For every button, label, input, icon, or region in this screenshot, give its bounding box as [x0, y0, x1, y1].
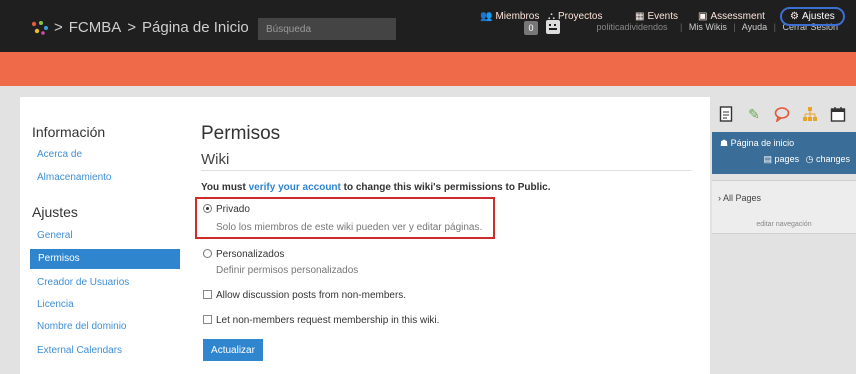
page-title: Permisos [201, 123, 281, 144]
breadcrumb: > FCMBA > Página de Inicio [54, 19, 255, 36]
home-page-link[interactable]: Página de inicio [731, 138, 795, 148]
nav-label: Events [647, 11, 679, 22]
sidebar-item-external-calendars[interactable]: External Calendars [37, 345, 122, 356]
sidebar-item-about[interactable]: Acerca de [37, 149, 82, 160]
nav-label: Ajustes [801, 11, 835, 22]
gear-icon: ⚙ [790, 11, 799, 22]
nav-label: Miembros [495, 11, 540, 22]
nav-label: Assessment [710, 11, 765, 22]
chevron-right-icon: › [718, 193, 721, 203]
pages-link[interactable]: pages [775, 154, 800, 164]
option-label: Personalizados [216, 249, 285, 260]
nav-label: Proyectos [558, 11, 603, 22]
my-wikis-link[interactable]: Mis Wikis [689, 22, 727, 32]
breadcrumb-wiki[interactable]: FCMBA [69, 19, 122, 36]
divider: | [733, 22, 736, 32]
sidebar-item-permissions[interactable]: Permisos [30, 249, 180, 269]
sitemap-icon[interactable] [802, 106, 818, 122]
option-description: Definir permisos personalizados [216, 265, 359, 276]
calendar-icon[interactable] [830, 106, 846, 122]
radio-button[interactable] [203, 249, 212, 258]
wiki-logo-icon[interactable] [30, 20, 50, 36]
divider [201, 170, 691, 171]
projects-icon: ⛬ [548, 11, 555, 22]
page-icon[interactable] [718, 106, 734, 122]
edit-navigation-link[interactable]: editar navegación [712, 221, 856, 228]
checkbox[interactable] [203, 315, 212, 324]
username-link[interactable]: politicadividendos [596, 22, 667, 32]
allow-discussion-checkbox[interactable]: Allow discussion posts from non-members. [203, 290, 406, 301]
radio-button[interactable] [203, 204, 212, 213]
checkbox-label: Allow discussion posts from non-members. [216, 290, 407, 301]
checkbox-label: Let non-members request membership in th… [216, 315, 440, 326]
option-private[interactable]: Privado [203, 204, 250, 215]
home-page-box[interactable]: ☗ Página de inicio ▤ pages ◷ changes [712, 132, 856, 174]
option-description: Solo los miembros de este wiki pueden ve… [216, 222, 483, 233]
sidebar-item-domain[interactable]: Nombre del dominio [37, 321, 127, 332]
notice-text: You must [201, 182, 246, 193]
main-navbar [0, 52, 856, 86]
assessment-icon: ▣ [698, 11, 708, 22]
nav-projects[interactable]: ⛬ Proyectos [548, 11, 602, 22]
breadcrumb-page[interactable]: Página de Inicio [142, 19, 249, 36]
nav-assessment[interactable]: ▣ Assessment [698, 11, 765, 22]
breadcrumb-separator: > [54, 19, 63, 36]
messages-icon[interactable] [546, 20, 560, 34]
checkbox[interactable] [203, 290, 212, 299]
home-actions: ▤ pages ◷ changes [764, 154, 850, 165]
help-link[interactable]: Ayuda [742, 22, 767, 32]
all-pages-box: › All Pages editar navegación [712, 180, 856, 234]
pages-icon: ▤ [763, 154, 773, 164]
notice-text: to change this wiki's permissions to Pub… [343, 182, 551, 193]
paperclip-icon[interactable]: ✎ [746, 106, 762, 122]
home-icon: ☗ [720, 138, 729, 148]
breadcrumb-separator: > [127, 19, 137, 36]
verify-notice: You must verify your account to change t… [201, 182, 551, 193]
verify-account-link[interactable]: verify your account [249, 182, 341, 193]
changes-icon: ◷ [805, 154, 814, 164]
all-pages-label: All Pages [723, 193, 762, 203]
notification-badge[interactable]: 0 [524, 21, 538, 35]
members-icon: 👥 [480, 11, 493, 22]
calendar-icon: ▦ [635, 11, 645, 22]
request-membership-checkbox[interactable]: Let non-members request membership in th… [203, 315, 439, 326]
section-title: Wiki [201, 151, 230, 168]
option-custom[interactable]: Personalizados [203, 249, 284, 260]
changes-link[interactable]: changes [816, 154, 850, 164]
sidebar-heading-settings: Ajustes [32, 204, 78, 220]
sidebar-heading-info: Información [32, 124, 106, 140]
option-label: Privado [216, 204, 250, 215]
sidebar-item-user-creator[interactable]: Creador de Usuarios [37, 277, 129, 288]
divider: | [680, 22, 683, 32]
sidebar-item-storage[interactable]: Almacenamiento [37, 172, 111, 183]
sidebar-item-general[interactable]: General [37, 230, 73, 241]
divider: | [773, 22, 776, 32]
sidebar-item-license[interactable]: Licencia [37, 299, 74, 310]
nav-members[interactable]: 👥 Miembros [480, 11, 539, 22]
nav-events[interactable]: ▦ Events [635, 11, 678, 22]
nav-settings[interactable]: ⚙ Ajustes [780, 7, 845, 26]
update-button[interactable]: Actualizar [203, 339, 263, 361]
speech-bubble-icon[interactable] [774, 106, 790, 123]
all-pages-link[interactable]: › All Pages [718, 193, 761, 203]
search-input[interactable] [258, 18, 396, 40]
